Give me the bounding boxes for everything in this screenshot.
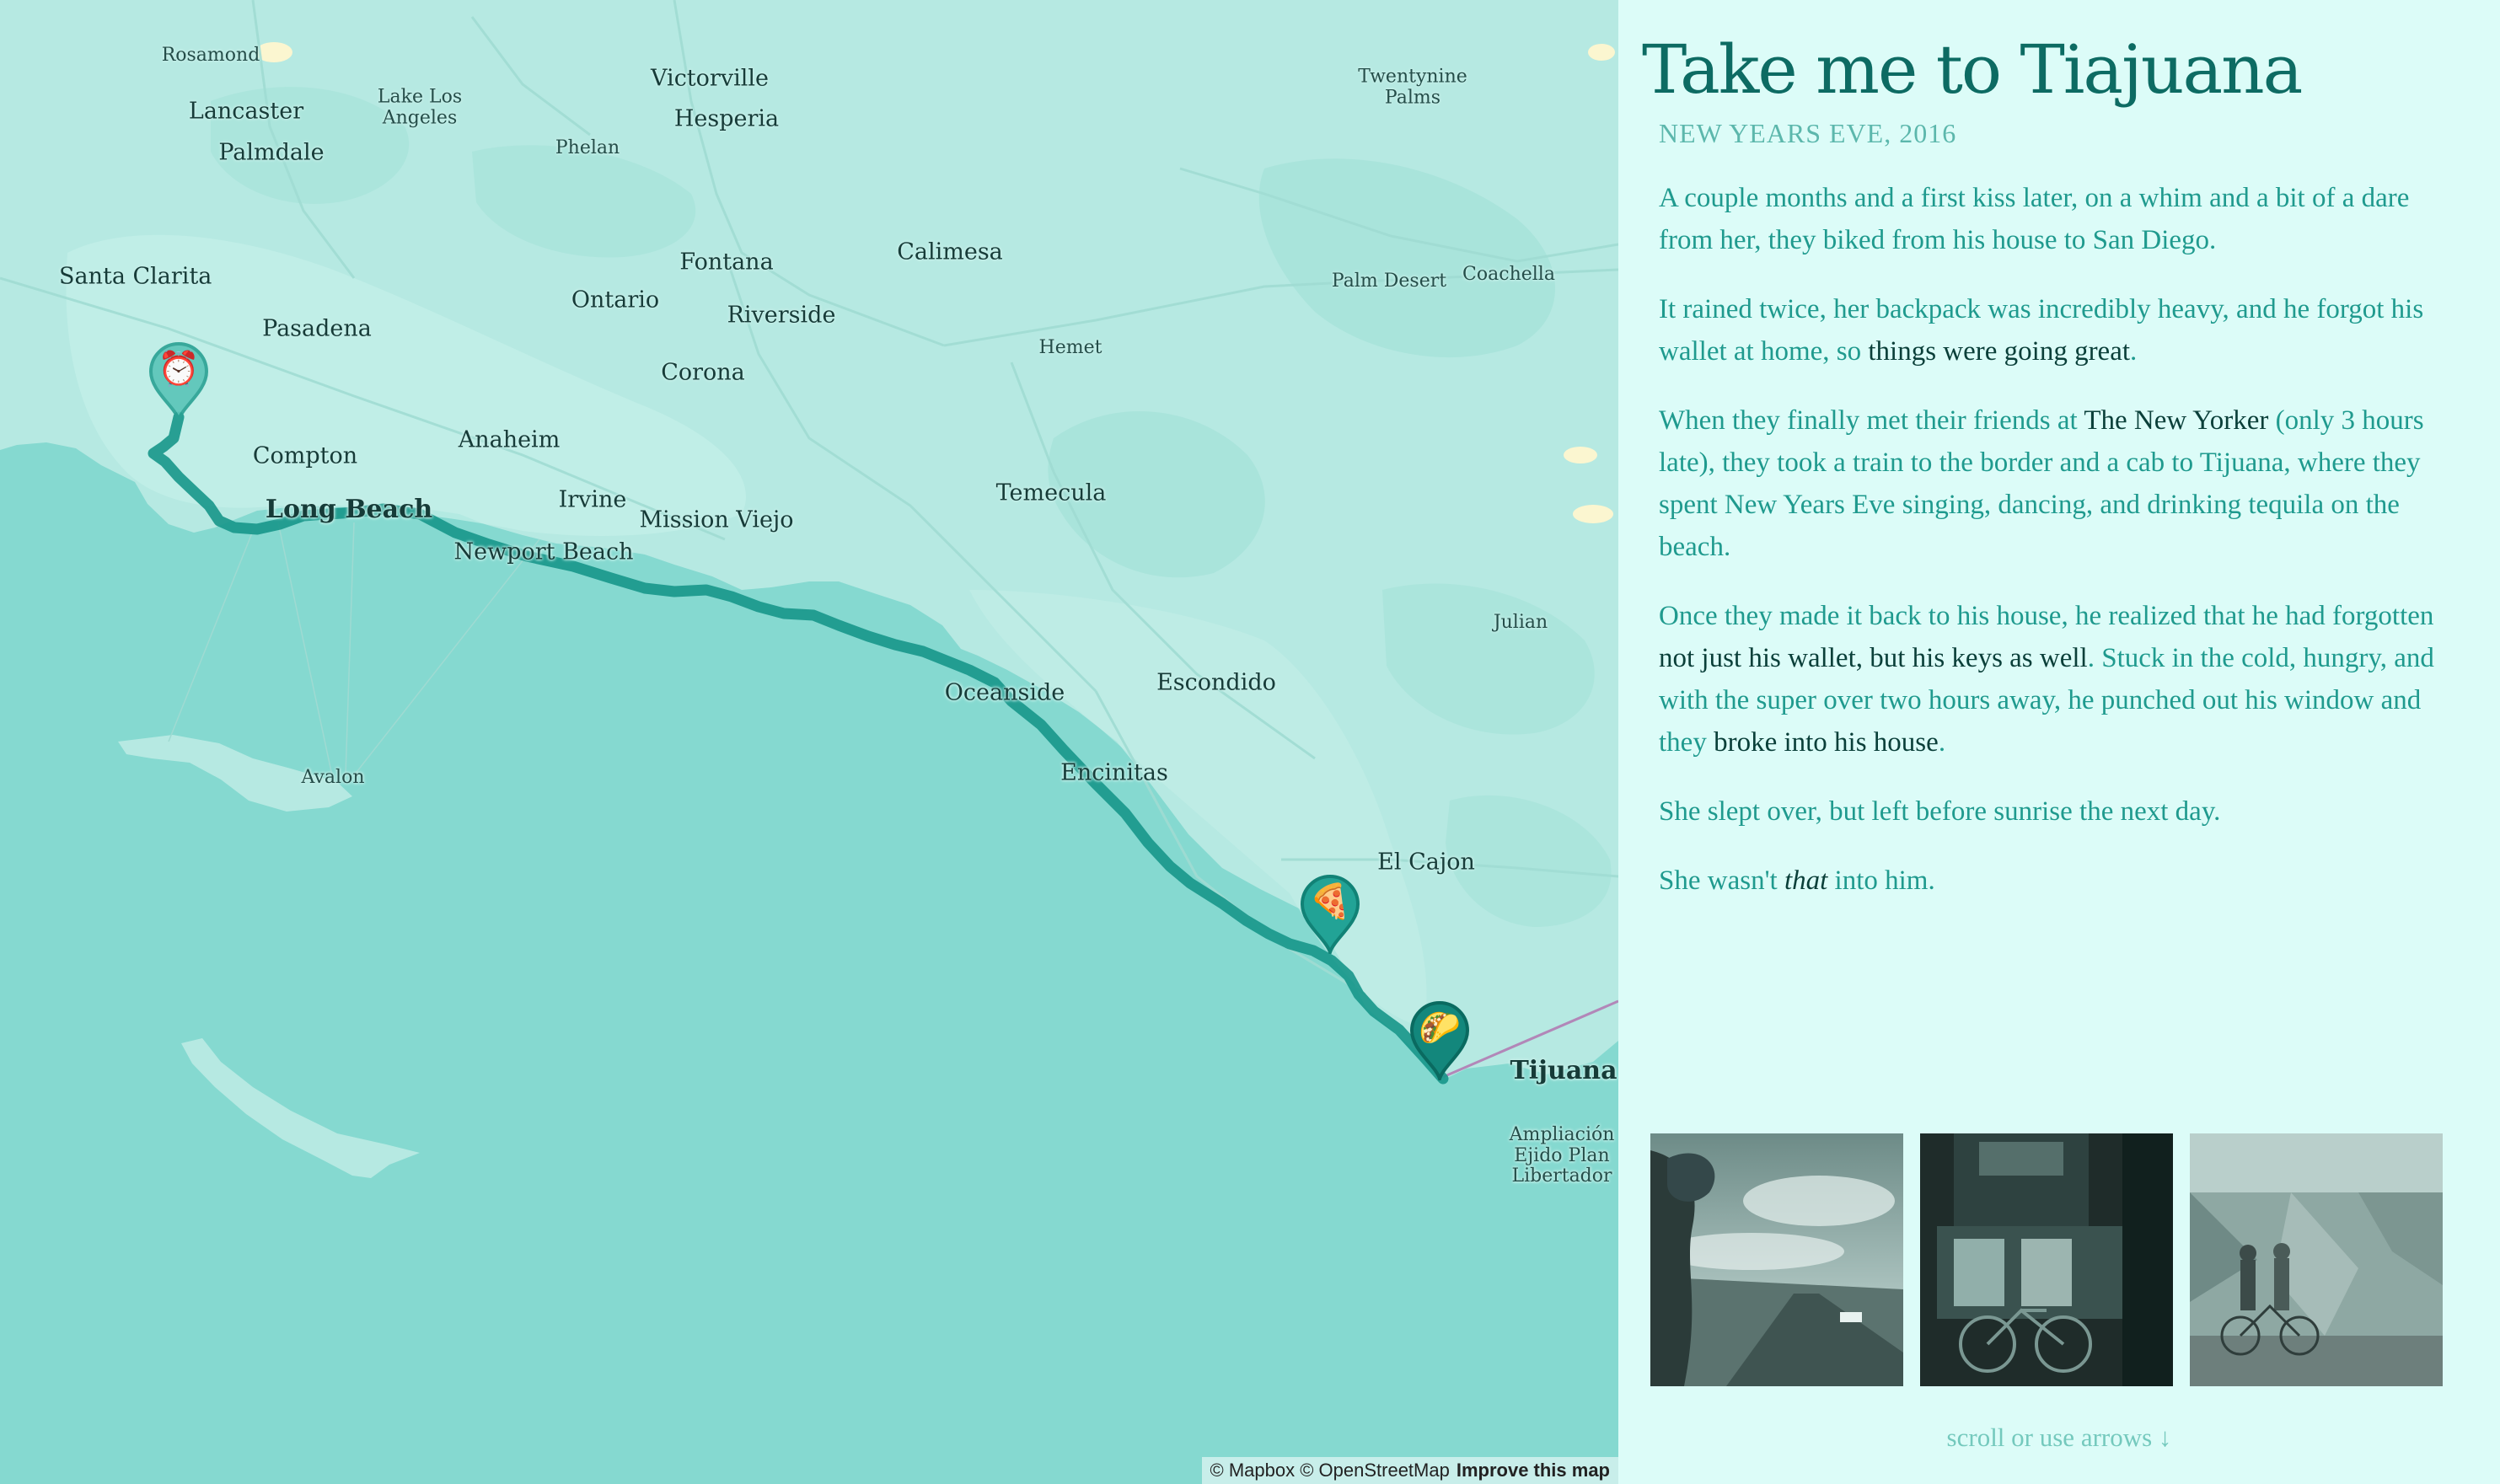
place-label: Hesperia bbox=[673, 105, 780, 132]
place-label: Lancaster bbox=[188, 98, 304, 125]
place-label: Ampliación Ejido Plan Libertador bbox=[1509, 1124, 1615, 1187]
story-paragraph: She slept over, but left before sunrise … bbox=[1659, 790, 2443, 833]
photo-coastal-road[interactable] bbox=[1650, 1133, 1903, 1386]
place-label: Tijuana bbox=[1510, 1056, 1617, 1085]
photo-bikes-mural[interactable] bbox=[2190, 1133, 2443, 1386]
place-label: Encinitas bbox=[1060, 759, 1168, 786]
place-label: Escondido bbox=[1156, 669, 1276, 696]
story-emphasis: that bbox=[1784, 865, 1828, 896]
place-label: Ontario bbox=[571, 287, 660, 313]
pizza-marker[interactable]: 🍕 bbox=[1297, 873, 1363, 958]
place-label: Victorville bbox=[651, 65, 769, 92]
alarm-clock-marker[interactable]: ⏰ bbox=[146, 340, 212, 426]
story-emphasis: things were going great bbox=[1868, 336, 2131, 367]
place-label: Palmdale bbox=[218, 139, 325, 166]
story-paragraph: She wasn't that into him. bbox=[1659, 860, 2443, 902]
place-label: Anaheim bbox=[458, 426, 561, 453]
place-label: Newport Beach bbox=[453, 538, 634, 565]
story-text: She wasn't bbox=[1659, 865, 1784, 896]
place-label: Calimesa bbox=[897, 238, 1003, 265]
place-label: Oceanside bbox=[944, 679, 1065, 706]
story-text: . bbox=[2130, 336, 2138, 367]
story-body: A couple months and a first kiss later, … bbox=[1659, 177, 2443, 929]
place-label: Hemet bbox=[1038, 337, 1102, 358]
story-paragraph: A couple months and a first kiss later, … bbox=[1659, 177, 2443, 261]
map-attribution: © Mapbox © OpenStreetMap Improve this map bbox=[1201, 1457, 1618, 1484]
place-label: Santa Clarita bbox=[59, 263, 212, 290]
story-text: into him. bbox=[1827, 865, 1935, 896]
story-text: Once they made it back to his house, he … bbox=[1659, 601, 2434, 631]
place-label: Fontana bbox=[679, 249, 774, 276]
story-text: . bbox=[1938, 727, 1946, 758]
place-label: Julian bbox=[1493, 612, 1548, 633]
taco-marker[interactable]: 🌮 bbox=[1407, 999, 1473, 1085]
marker-emoji-icon: ⏰ bbox=[158, 350, 200, 388]
place-label: Pasadena bbox=[262, 315, 372, 342]
story-title: Take me to Tiajuana bbox=[1642, 30, 2303, 109]
story-paragraph: When they finally met their friends at T… bbox=[1659, 399, 2443, 568]
story-text: When they finally met their friends at bbox=[1659, 405, 2084, 436]
place-label: Twentynine Palms bbox=[1358, 66, 1467, 108]
marker-emoji-icon: 🍕 bbox=[1309, 882, 1351, 921]
story-emphasis: The New Yorker bbox=[2084, 405, 2269, 436]
story-date: NEW YEARS EVE, 2016 bbox=[1659, 118, 1957, 148]
map-basemap bbox=[0, 0, 1618, 1484]
place-label: Corona bbox=[661, 359, 745, 386]
attribution-text[interactable]: © Mapbox © OpenStreetMap bbox=[1210, 1460, 1450, 1481]
place-label: Lake Los Angeles bbox=[377, 86, 463, 128]
place-label: Temecula bbox=[995, 479, 1107, 506]
story-paragraph: Once they made it back to his house, he … bbox=[1659, 595, 2443, 763]
story-emphasis: not just his wallet, but his keys as wel… bbox=[1659, 643, 2088, 673]
place-label: Phelan bbox=[555, 137, 620, 158]
marker-emoji-icon: 🌮 bbox=[1419, 1009, 1461, 1047]
story-paragraph: It rained twice, her backpack was incred… bbox=[1659, 288, 2443, 372]
story-emphasis: broke into his house bbox=[1714, 727, 1939, 758]
story-panel: Take me to Tiajuana NEW YEARS EVE, 2016 … bbox=[1618, 0, 2500, 1484]
place-label: Palm Desert bbox=[1331, 271, 1447, 292]
story-text: She slept over, but left before sunrise … bbox=[1659, 796, 2221, 827]
story-text: A couple months and a first kiss later, … bbox=[1659, 183, 2410, 255]
place-label: Mission Viejo bbox=[639, 506, 794, 533]
improve-map-link[interactable]: Improve this map bbox=[1457, 1460, 1610, 1481]
scroll-hint[interactable]: scroll or use arrows ↓ bbox=[1618, 1422, 2500, 1453]
place-label: Avalon bbox=[301, 767, 365, 788]
photo-night-storefront[interactable] bbox=[1920, 1133, 2173, 1386]
photo-strip bbox=[1650, 1133, 2443, 1386]
place-label: Riverside bbox=[727, 302, 836, 329]
map[interactable]: Rosamond Lancaster Lake Los Angeles Victorv… bbox=[0, 0, 1618, 1484]
place-label: Compton bbox=[252, 442, 358, 469]
place-label: Rosamond bbox=[161, 45, 260, 66]
place-label: El Cajon bbox=[1377, 849, 1475, 876]
place-label: Long Beach bbox=[265, 495, 433, 524]
place-label: Irvine bbox=[558, 486, 627, 513]
place-label: Coachella bbox=[1462, 264, 1555, 285]
